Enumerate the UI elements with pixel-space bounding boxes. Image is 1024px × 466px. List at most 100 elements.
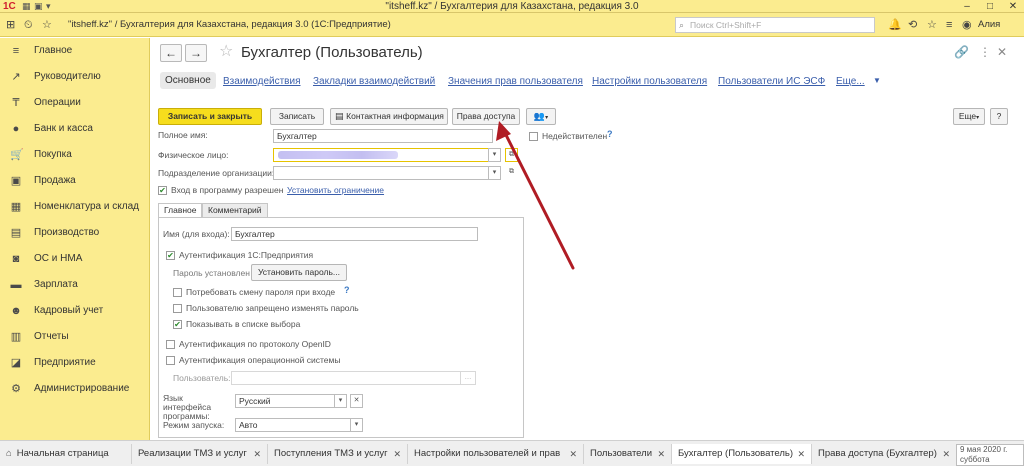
login-name-label: Имя (для входа): [163, 229, 230, 239]
sidebar-item-main[interactable]: ≡ Главное [0, 38, 150, 64]
sidebar-item-label: Операции [34, 97, 81, 108]
close-form-icon[interactable]: ✕ [997, 45, 1007, 59]
lang-clear-button[interactable]: ✕ [350, 394, 363, 408]
history-clock-icon[interactable]: ⟲ [908, 18, 917, 32]
mode-dropdown[interactable]: ▾ [350, 418, 363, 432]
require-change-checkbox[interactable] [173, 288, 182, 297]
full-name-field[interactable]: Бухгалтер [273, 129, 493, 143]
close-tab-icon[interactable]: ✕ [797, 444, 805, 464]
lang-dropdown[interactable]: ▾ [334, 394, 347, 408]
sidebar-item-purchase[interactable]: 🛒 Покупка [0, 142, 150, 168]
auth-openid-checkbox[interactable] [166, 340, 175, 349]
sidebar-item-assets[interactable]: ◙ ОС и НМА [0, 246, 150, 272]
favorites-icon[interactable]: ☆ [42, 18, 52, 32]
minimize-button[interactable]: – [956, 0, 978, 13]
sidebar-item-production[interactable]: ▤ Производство [0, 220, 150, 246]
close-tab-icon[interactable]: ✕ [253, 444, 261, 464]
task-receipts[interactable]: Поступления ТМЗ и услуг ✕ [268, 444, 408, 464]
help-icon[interactable]: ? [607, 129, 613, 139]
tab-more[interactable]: Еще... [836, 76, 865, 87]
save-button[interactable]: Записать [270, 108, 324, 125]
department-dropdown[interactable]: ▾ [488, 166, 501, 180]
sidebar-item-sale[interactable]: ▣ Продажа [0, 168, 150, 194]
person-field[interactable] [273, 148, 489, 162]
users-dropdown-button[interactable]: 👥▾ [526, 108, 556, 125]
maximize-button[interactable]: □ [979, 0, 1001, 13]
sidebar-item-enterprise[interactable]: ◪ Предприятие [0, 350, 150, 376]
set-password-button[interactable]: Установить пароль... [251, 264, 347, 281]
search-input[interactable]: ⌕ Поиск Ctrl+Shift+F [675, 17, 875, 33]
os-user-field[interactable] [231, 371, 461, 385]
sidebar-item-operations[interactable]: ₸ Операции [0, 90, 150, 116]
link-icon[interactable]: 🔗 [954, 45, 969, 59]
close-window-button[interactable]: ✕ [1002, 0, 1024, 13]
forbid-change-checkbox[interactable] [173, 304, 182, 313]
sidebar-item-salary[interactable]: ▬ Зарплата [0, 272, 150, 298]
enterprise-icon: ◪ [10, 357, 22, 369]
sidebar-item-manager[interactable]: ↗ Руководителю [0, 64, 150, 90]
invalid-checkbox[interactable] [529, 132, 538, 141]
mode-field[interactable]: Авто [235, 418, 351, 432]
login-name-field[interactable]: Бухгалтер [231, 227, 478, 241]
user-menu-icon[interactable]: ≡ [946, 18, 952, 32]
subtab-comment[interactable]: Комментарий [202, 203, 268, 218]
more-vertical-icon[interactable]: ⋮ [979, 45, 991, 59]
department-label: Подразделение организации: [158, 168, 275, 178]
sidebar-item-bank[interactable]: ● Банк и касса [0, 116, 150, 142]
task-user-settings[interactable]: Настройки пользователей и прав ✕ [408, 444, 584, 464]
contact-info-button[interactable]: ▤ Контактная информация [330, 108, 448, 125]
person-dropdown[interactable]: ▾ [488, 148, 501, 162]
menu-grid-icon[interactable]: ⊞ [6, 18, 15, 32]
show-in-list-checkbox[interactable]: ✔ [173, 320, 182, 329]
access-rights-button[interactable]: Права доступа [452, 108, 520, 125]
forward-button[interactable]: → [185, 44, 207, 62]
close-tab-icon[interactable]: ✕ [657, 444, 665, 464]
page-title: Бухгалтер (Пользователь) [241, 44, 423, 61]
task-sales[interactable]: Реализации ТМЗ и услуг ✕ [132, 444, 268, 464]
tab-interactions[interactable]: Взаимодействия [223, 76, 301, 87]
task-users[interactable]: Пользователи ✕ [584, 444, 672, 464]
open-department-icon[interactable]: ⧉ [505, 166, 518, 180]
tab-user-settings[interactable]: Настройки пользователя [592, 76, 707, 87]
set-restriction-link[interactable]: Установить ограничение [287, 185, 384, 195]
department-field[interactable] [273, 166, 489, 180]
weekday-text: суббота [960, 455, 990, 464]
chevron-down-icon[interactable]: ▼ [873, 76, 881, 85]
close-tab-icon[interactable]: ✕ [393, 444, 401, 464]
help-button[interactable]: ? [990, 108, 1008, 125]
task-accountant-user[interactable]: Бухгалтер (Пользователь) ✕ [672, 444, 812, 464]
more-actions-button[interactable]: Еще▾ [953, 108, 985, 125]
operations-icon: ₸ [12, 97, 20, 109]
auth-1c-checkbox[interactable]: ✔ [166, 251, 175, 260]
close-tab-icon[interactable]: ✕ [942, 444, 950, 464]
sidebar-item-admin[interactable]: ⚙ Администрирование [0, 376, 150, 402]
sidebar-item-reports[interactable]: ▥ Отчеты [0, 324, 150, 350]
sidebar-item-label: Главное [34, 45, 73, 56]
bell-icon[interactable]: 🔔 [888, 18, 902, 32]
tab-user-rights-values[interactable]: Значения прав пользователя [448, 76, 583, 87]
star-icon[interactable]: ☆ [927, 18, 937, 32]
form-tabs: Основное Взаимодействия Закладки взаимод… [151, 72, 1024, 96]
help-icon[interactable]: ? [344, 285, 350, 295]
user-avatar-icon[interactable]: ◉ [962, 18, 972, 32]
history-icon[interactable]: ⏲ [24, 18, 33, 32]
tab-main[interactable]: Основное [160, 72, 216, 89]
users-group-icon: 👥 [533, 111, 546, 121]
sidebar-item-hr[interactable]: ☻ Кадровый учет [0, 298, 150, 324]
tab-interaction-bookmarks[interactable]: Закладки взаимодействий [313, 76, 435, 87]
sidebar-item-warehouse[interactable]: ▦ Номенклатура и склад [0, 194, 150, 220]
task-home[interactable]: ⌂ Начальная страница [0, 444, 132, 464]
favorite-star-icon[interactable]: ☆ [219, 43, 233, 61]
user-name[interactable]: Алия [978, 19, 1000, 30]
lang-field[interactable]: Русский [235, 394, 335, 408]
close-tab-icon[interactable]: ✕ [569, 444, 577, 464]
auth-os-checkbox[interactable] [166, 356, 175, 365]
tab-esf-users[interactable]: Пользователи ИС ЭСФ [718, 76, 825, 87]
login-allowed-checkbox[interactable]: ✔ [158, 186, 167, 195]
save-and-close-button[interactable]: Записать и закрыть [158, 108, 262, 125]
open-person-icon[interactable]: ⧉ [505, 148, 518, 162]
back-button[interactable]: ← [160, 44, 182, 62]
task-access-rights[interactable]: Права доступа (Бухгалтер) ✕ [812, 444, 956, 464]
subtab-main[interactable]: Главное [158, 203, 203, 218]
os-user-select-button[interactable]: … [460, 371, 476, 385]
